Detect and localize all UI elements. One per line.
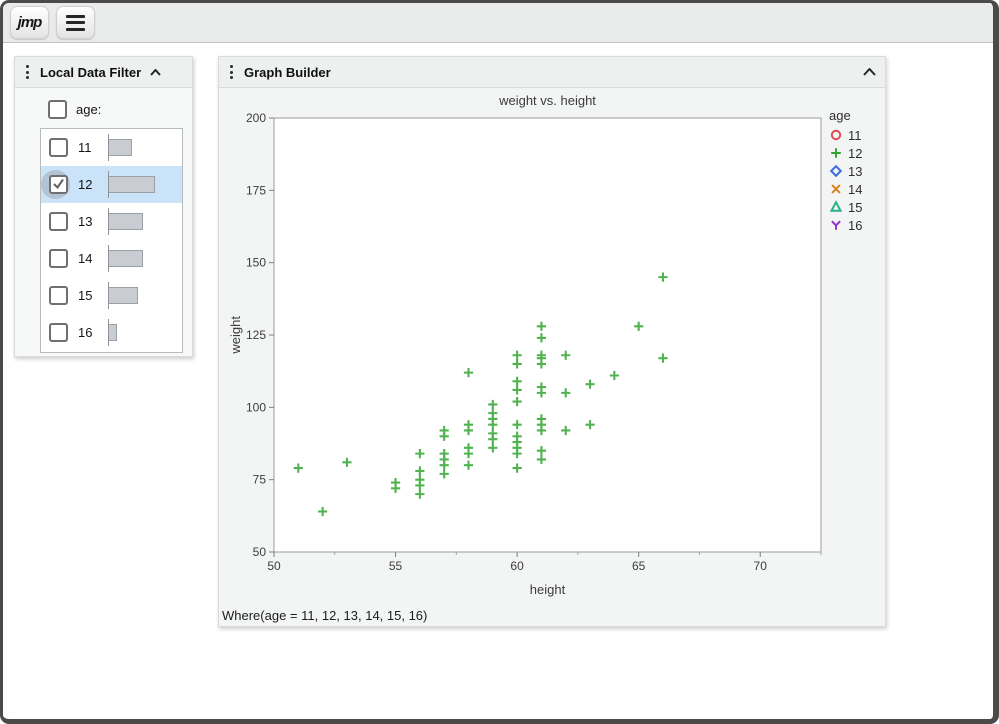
age-13-checkbox[interactable]	[49, 212, 68, 231]
filter-row-age-16[interactable]: 16	[41, 314, 182, 351]
filter-panel-title: Local Data Filter	[40, 64, 142, 80]
age-field-label: age:	[76, 102, 102, 117]
legend-title: age	[829, 108, 851, 123]
legend-item-label: 16	[848, 217, 863, 233]
filter-row-age-12[interactable]: 12	[41, 166, 182, 203]
count-bar	[109, 139, 132, 156]
graph-body: weight vs. height weight 50 75 100 125 150 17…	[219, 88, 885, 626]
jmp-logo-spark-icon	[3, 3, 6, 7]
x-tick-label: 55	[389, 559, 403, 573]
count-bar	[109, 250, 143, 267]
filter-panel-header: Local Data Filter	[15, 57, 192, 88]
y-tick-label: 175	[246, 183, 266, 197]
x-tick-label: 60	[510, 559, 524, 573]
y-tick-label: 75	[253, 473, 267, 487]
y-marker-icon	[831, 220, 841, 230]
legend-item-label: 15	[848, 199, 863, 215]
count-bar-wrap	[108, 245, 143, 272]
plus-marker-icon	[831, 148, 841, 158]
x-tick-label: 65	[632, 559, 646, 573]
legend-item-label: 11	[848, 127, 862, 143]
count-bar-wrap	[108, 208, 143, 235]
jmp-logo-button[interactable]: jmp	[3, 3, 49, 39]
circle-marker-icon	[830, 129, 842, 141]
x-tick-label: 70	[754, 559, 768, 573]
age-value-list: 11 12 13 14 15 16	[40, 128, 183, 353]
bar-axis-line	[108, 245, 109, 272]
filter-field-row: age:	[48, 100, 192, 119]
graph-collapse-chevron-up-icon[interactable]	[863, 68, 876, 76]
triangle-marker-icon	[829, 200, 843, 212]
age-value-label: 12	[78, 177, 93, 192]
legend-item-age-15[interactable]: 15	[829, 198, 862, 216]
filter-collapse-chevron-up-icon[interactable]	[150, 68, 161, 76]
y-tick-label: 150	[246, 256, 266, 270]
age-12-checkbox[interactable]	[49, 175, 68, 194]
graph-panel-header: Graph Builder	[219, 57, 885, 88]
count-bar-wrap	[108, 171, 155, 198]
count-bar-wrap	[108, 134, 132, 161]
y-tick-label: 50	[253, 545, 267, 559]
x-tick-label: 50	[267, 559, 281, 573]
filter-row-age-15[interactable]: 15	[41, 277, 182, 314]
count-bar	[109, 324, 117, 341]
filter-row-age-11[interactable]: 11	[41, 129, 182, 166]
count-bar-wrap	[108, 319, 117, 346]
age-14-checkbox[interactable]	[49, 249, 68, 268]
filter-row-age-14[interactable]: 14	[41, 240, 182, 277]
count-bar-wrap	[108, 282, 138, 309]
where-clause-text: Where(age = 11, 12, 13, 14, 15, 16)	[222, 608, 428, 623]
top-toolbar: jmp	[3, 3, 993, 43]
jmp-logo: jmp	[17, 14, 43, 31]
diamond-marker-icon	[829, 164, 843, 178]
menu-button[interactable]	[56, 6, 95, 39]
filter-row-age-13[interactable]: 13	[41, 203, 182, 240]
graph-menu-icon[interactable]	[228, 63, 235, 81]
graph-panel-title: Graph Builder	[244, 64, 331, 80]
age-value-label: 13	[78, 214, 93, 229]
x-axis-label: height	[529, 582, 566, 597]
age-field-checkbox[interactable]	[48, 100, 67, 119]
bar-axis-line	[108, 319, 109, 346]
legend-item-age-16[interactable]: 16	[829, 216, 862, 234]
y-tick-label: 125	[246, 328, 266, 342]
scatter-plot[interactable]: 50 75 100 125 150 175 200 50 55 60 65 70	[219, 88, 885, 626]
legend-item-age-14[interactable]: 14	[829, 180, 862, 198]
age-16-checkbox[interactable]	[49, 323, 68, 342]
count-bar	[109, 213, 143, 230]
bar-axis-line	[108, 171, 109, 198]
legend-item-age-11[interactable]: 11	[829, 126, 862, 144]
count-bar	[109, 287, 138, 304]
legend-item-age-13[interactable]: 13	[829, 162, 862, 180]
bar-axis-line	[108, 282, 109, 309]
legend-item-label: 13	[848, 163, 863, 179]
y-tick-label: 200	[246, 111, 266, 125]
age-value-label: 11	[78, 140, 92, 155]
legend-item-label: 14	[848, 181, 863, 197]
legend-item-age-12[interactable]: 12	[829, 144, 862, 162]
local-data-filter-panel: Local Data Filter age: 11 12 13 14 15 16	[14, 56, 193, 357]
graph-builder-panel: Graph Builder weight vs. height weight 5…	[218, 56, 886, 627]
filter-menu-icon[interactable]	[24, 63, 31, 81]
x-marker-icon	[831, 184, 841, 194]
hamburger-icon	[66, 14, 85, 31]
legend-item-label: 12	[848, 145, 863, 161]
age-15-checkbox[interactable]	[49, 286, 68, 305]
age-value-label: 14	[78, 251, 93, 266]
age-11-checkbox[interactable]	[49, 138, 68, 157]
plot-area[interactable]	[273, 117, 822, 553]
y-tick-label: 100	[246, 400, 266, 414]
legend: age 11 12 13 14 15 16	[829, 108, 862, 234]
bar-axis-line	[108, 208, 109, 235]
age-value-label: 15	[78, 288, 93, 303]
age-value-label: 16	[78, 325, 93, 340]
count-bar	[109, 176, 155, 193]
bar-axis-line	[108, 134, 109, 161]
app-window: jmp Local Data Filter age: 11 12 13 14 15 16 …	[0, 0, 999, 724]
